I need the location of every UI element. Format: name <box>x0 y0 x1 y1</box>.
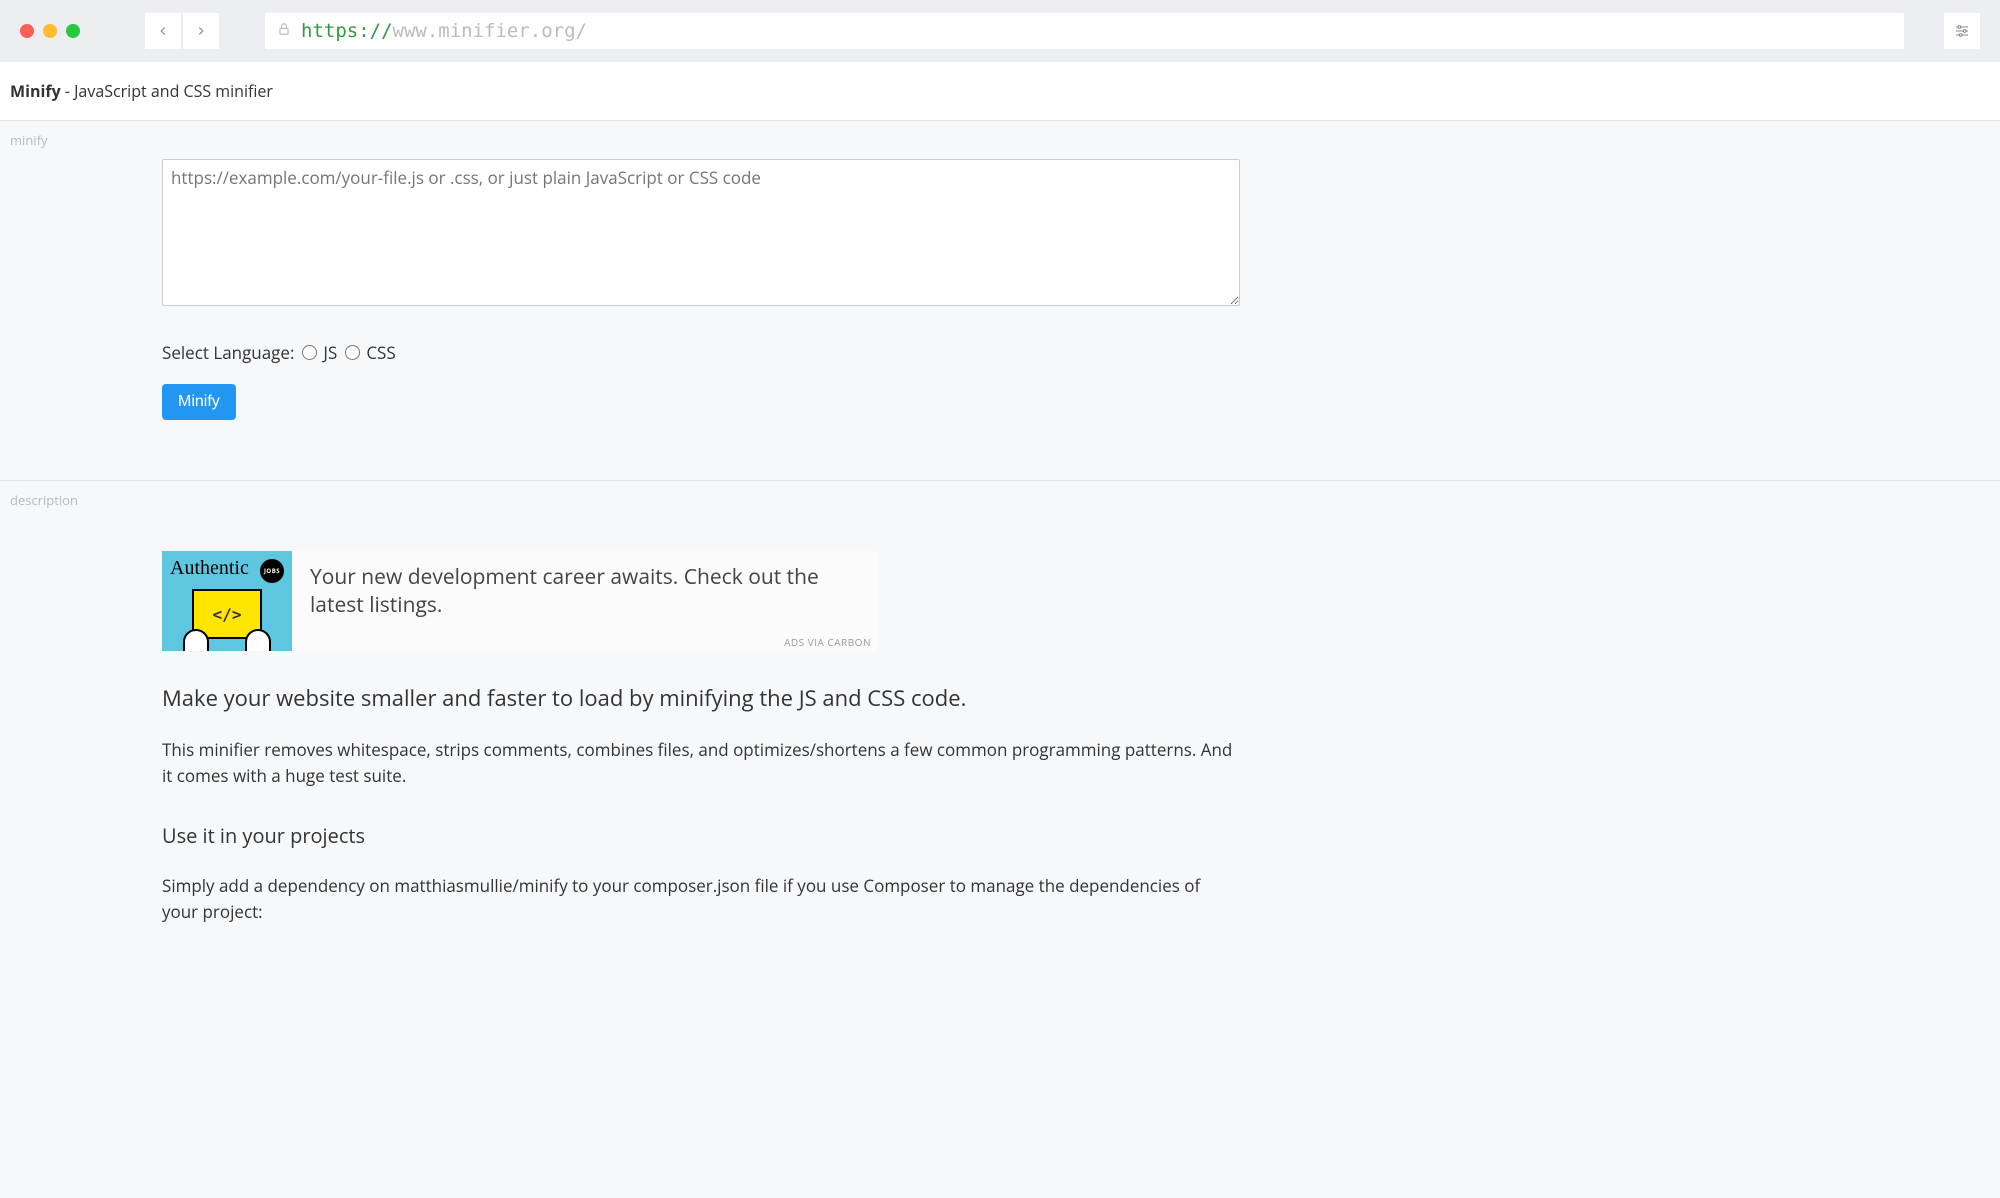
minimize-window-icon[interactable] <box>43 24 57 38</box>
description-para-2: Simply add a dependency on matthiasmulli… <box>162 873 1240 924</box>
lang-js-radio[interactable] <box>302 345 317 360</box>
lang-css-radio[interactable] <box>345 345 360 360</box>
select-language-label: Select Language: <box>162 341 294 364</box>
address-bar[interactable]: https://www.minifier.org/ <box>265 13 1904 49</box>
ad-image: Authentic JOBS </> <box>162 551 292 651</box>
page-header: Minify - JavaScript and CSS minifier <box>0 62 2000 121</box>
lang-js-option[interactable]: JS <box>302 341 337 364</box>
url-scheme: https:// <box>301 20 393 42</box>
forward-button[interactable] <box>183 13 219 49</box>
hand-right-icon <box>245 629 271 651</box>
chevron-left-icon <box>156 24 170 38</box>
window-controls <box>20 24 80 38</box>
minify-button[interactable]: Minify <box>162 384 236 420</box>
nav-buttons <box>145 13 219 49</box>
laptop-icon: </> <box>181 589 273 651</box>
description-lead: Make your website smaller and faster to … <box>162 683 1240 713</box>
sliders-icon <box>1954 23 1970 39</box>
language-row: Select Language: JS CSS <box>162 341 1240 364</box>
use-in-projects-heading: Use it in your projects <box>162 822 1240 849</box>
lang-css-label: CSS <box>366 341 395 364</box>
back-button[interactable] <box>145 13 181 49</box>
chevron-right-icon <box>194 24 208 38</box>
url-rest: www.minifier.org/ <box>393 20 587 42</box>
description-para-1: This minifier removes whitespace, strips… <box>162 737 1240 788</box>
maximize-window-icon[interactable] <box>66 24 80 38</box>
lang-js-label: JS <box>323 341 337 364</box>
page-title-rest: - JavaScript and CSS minifier <box>61 80 273 102</box>
browser-chrome: https://www.minifier.org/ <box>0 0 2000 62</box>
source-input[interactable] <box>162 159 1240 306</box>
carbon-ad[interactable]: Authentic JOBS </> Your new development … <box>162 551 877 651</box>
lang-css-option[interactable]: CSS <box>345 341 395 364</box>
ad-via[interactable]: ADS VIA CARBON <box>784 635 871 649</box>
close-window-icon[interactable] <box>20 24 34 38</box>
lock-icon <box>277 20 291 42</box>
page-title-strong: Minify <box>10 80 61 102</box>
hand-left-icon <box>183 629 209 651</box>
ad-badge: JOBS <box>260 559 284 583</box>
section-label-description: description <box>0 481 2000 519</box>
ad-logo-text: Authentic <box>170 557 249 580</box>
settings-button[interactable] <box>1944 13 1980 49</box>
section-label-minify: minify <box>0 121 2000 159</box>
